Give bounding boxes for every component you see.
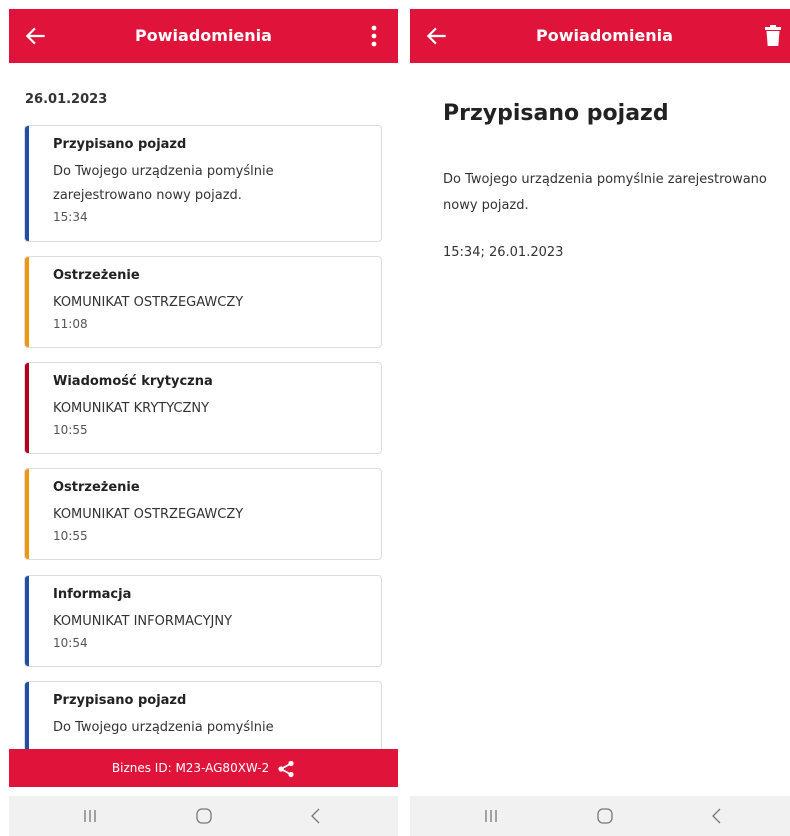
notification-title: Ostrzeżenie [53,268,140,283]
notification-time: 11:08 [53,317,88,331]
notification-color-bar [25,576,29,666]
app-bar: Powiadomienia [9,9,398,63]
notification-body: Do Twojego urządzenia pomyślnie [53,720,274,735]
notification-card[interactable]: Informacja KOMUNIKAT INFORMACYJNY 10:54 [24,575,382,667]
recent-apps-icon[interactable] [79,805,101,827]
notification-color-bar [25,469,29,559]
back-icon[interactable] [305,805,327,827]
notification-title: Wiadomość krytyczna [53,374,213,389]
notification-body: KOMUNIKAT OSTRZEGAWCZY [53,295,244,310]
notification-title: Przypisano pojazd [53,137,187,152]
notification-card[interactable]: Wiadomość krytyczna KOMUNIKAT KRYTYCZNY … [24,362,382,454]
home-icon[interactable] [594,805,616,827]
share-icon[interactable] [277,760,295,778]
notification-time: 10:55 [53,529,88,543]
notification-color-bar [25,363,29,453]
home-icon[interactable] [193,805,215,827]
notification-card[interactable]: Przypisano pojazd Do Twojego urządzenia … [24,125,382,242]
notification-color-bar [25,126,29,241]
notification-body: KOMUNIKAT KRYTYCZNY [53,401,210,416]
back-icon[interactable] [706,805,728,827]
detail-timestamp: 15:34; 26.01.2023 [443,245,564,260]
notification-time: 10:54 [53,636,88,650]
app-bar: Powiadomienia [410,9,790,63]
detail-body: Do Twojego urządzenia pomyślnie zarejest… [443,172,767,213]
recent-apps-icon[interactable] [480,805,502,827]
notification-color-bar [25,257,29,347]
notification-card[interactable]: Ostrzeżenie KOMUNIKAT OSTRZEGAWCZY 11:08 [24,256,382,348]
notification-card[interactable]: Ostrzeżenie KOMUNIKAT OSTRZEGAWCZY 10:55 [24,468,382,560]
notification-title: Ostrzeżenie [53,480,140,495]
business-id-footer: Biznes ID: M23-AG80XW-2 [9,749,398,787]
system-nav-bar [410,796,790,836]
notification-title: Informacja [53,587,132,602]
notifications-list-screen: Powiadomienia 26.01.2023 Przypisano poja… [9,9,398,836]
notification-body: KOMUNIKAT INFORMACYJNY [53,614,233,629]
notification-title: Przypisano pojazd [53,693,187,708]
notification-body: Do Twojego urządzenia pomyślnie zarejest… [53,164,274,203]
system-nav-bar [9,796,398,836]
date-group-header: 26.01.2023 [25,92,108,107]
page-title: Powiadomienia [536,26,673,45]
kebab-menu-icon[interactable] [364,23,384,49]
notification-time: 15:34 [53,210,88,224]
notification-body: KOMUNIKAT OSTRZEGAWCZY [53,507,244,522]
notification-time: 10:55 [53,423,88,437]
page-title: Powiadomienia [135,26,272,45]
business-id-label: Biznes ID: M23-AG80XW-2 [111,761,270,775]
detail-title: Przypisano pojazd [443,101,669,126]
trash-icon[interactable] [763,25,783,47]
notification-detail-screen: Powiadomienia Przypisano pojazd Do Twoje… [410,9,790,836]
